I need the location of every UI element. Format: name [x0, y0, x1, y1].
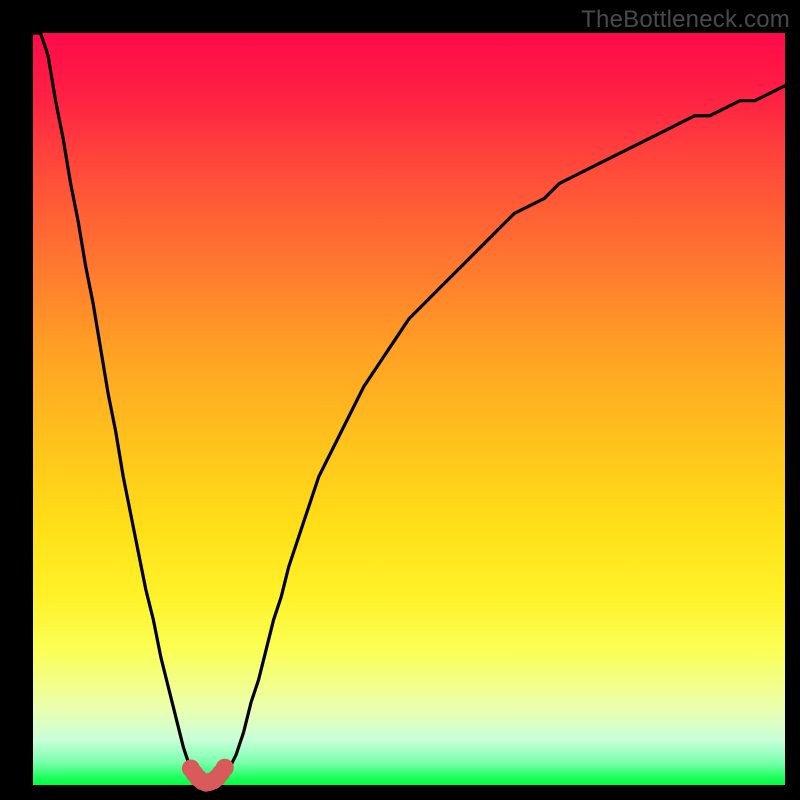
bottleneck-curve [33, 33, 785, 785]
chart-frame: TheBottleneck.com [0, 0, 800, 800]
highlight-points [182, 759, 234, 792]
highlight-point [216, 759, 234, 777]
chart-curve-layer [33, 33, 785, 785]
attribution-text: TheBottleneck.com [581, 6, 790, 34]
